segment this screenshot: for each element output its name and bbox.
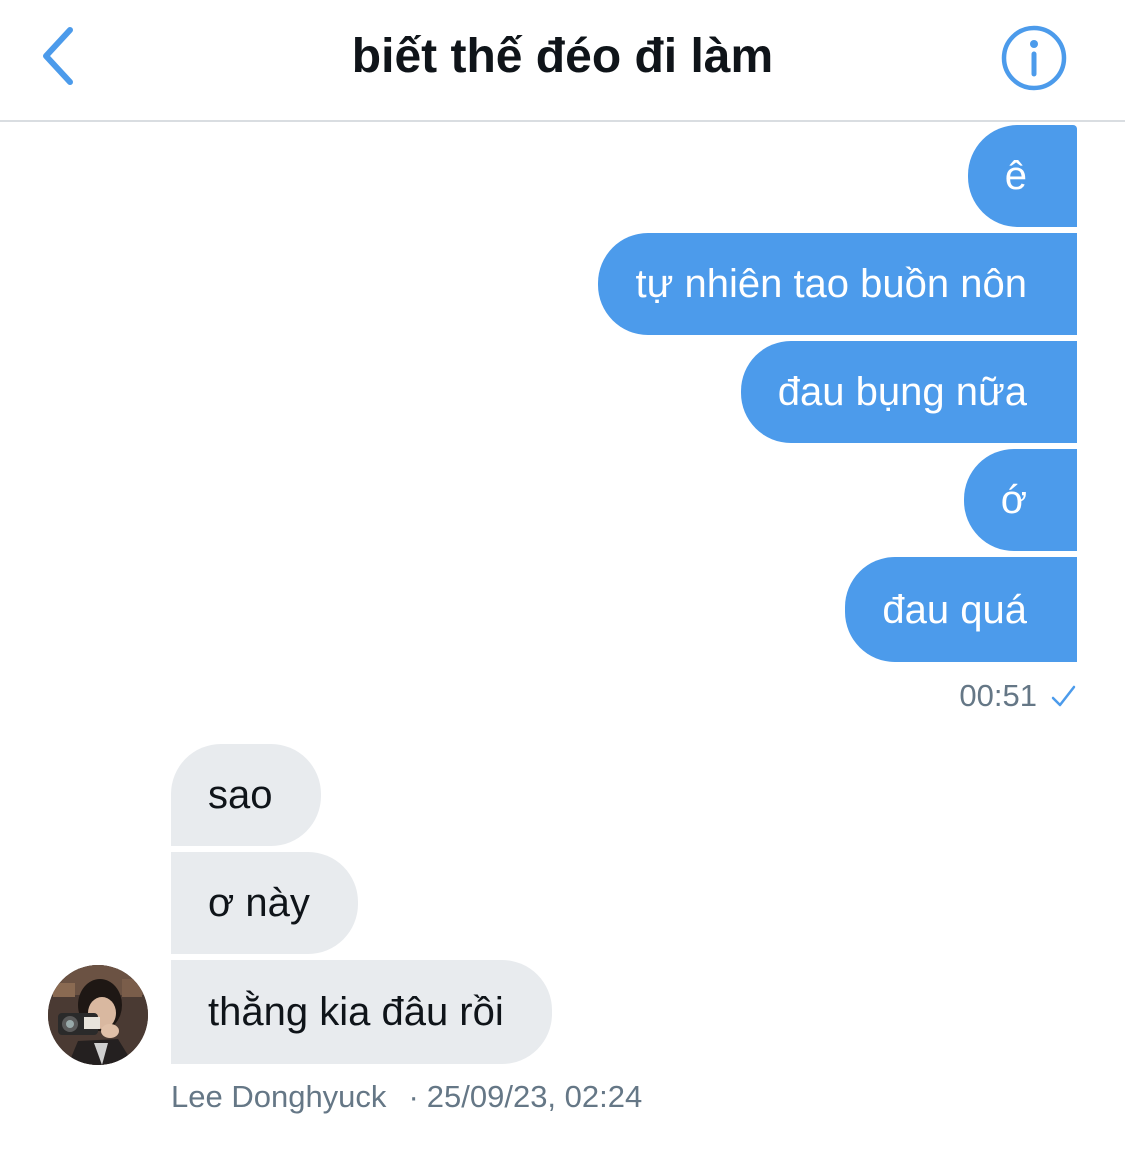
message-text: đau quá (882, 587, 1027, 632)
checkmark-icon (1051, 685, 1076, 707)
sender-name[interactable]: Lee Donghyuck (171, 1079, 386, 1115)
avatar-image (48, 965, 148, 1065)
received-message-meta: Lee Donghyuck · 25/09/23, 02:24 (171, 1076, 642, 1118)
received-message-bubble[interactable]: ơ này (171, 852, 358, 954)
info-button[interactable] (1000, 24, 1068, 92)
chevron-left-icon (43, 27, 73, 85)
sent-message-bubble[interactable]: đau bụng nữa (740, 341, 1077, 443)
message-text: tự nhiên tao buồn nôn (635, 262, 1027, 306)
sent-message-bubble[interactable]: tự nhiên tao buồn nôn (598, 233, 1077, 335)
message-text: đau bụng nữa (777, 370, 1027, 414)
message-text: ơ này (208, 881, 310, 925)
info-icon (1001, 25, 1067, 91)
received-message-bubble[interactable]: thằng kia đâu rồi (171, 960, 552, 1064)
message-text: thằng kia đâu rồi (208, 990, 504, 1034)
received-message-bubble[interactable]: sao (171, 744, 321, 846)
received-timestamp: 25/09/23, 02:24 (426, 1079, 643, 1114)
sent-message-bubble[interactable]: đau quá (845, 557, 1077, 662)
message-text: ớ (1000, 478, 1027, 522)
message-text: ê (1004, 154, 1027, 198)
sent-message-meta: 00:51 (959, 676, 1077, 716)
sent-message-bubble[interactable]: ê (967, 125, 1077, 227)
sent-message-bubble[interactable]: ớ (963, 449, 1077, 551)
avatar[interactable] (48, 965, 148, 1065)
meta-separator: · (408, 1079, 419, 1114)
sent-time: 00:51 (959, 678, 1037, 713)
conversation-header: biết thế đéo đi làm (0, 0, 1125, 122)
conversation-title: biết thế đéo đi làm (351, 30, 774, 83)
back-button[interactable] (30, 20, 90, 96)
message-text: sao (208, 773, 273, 817)
